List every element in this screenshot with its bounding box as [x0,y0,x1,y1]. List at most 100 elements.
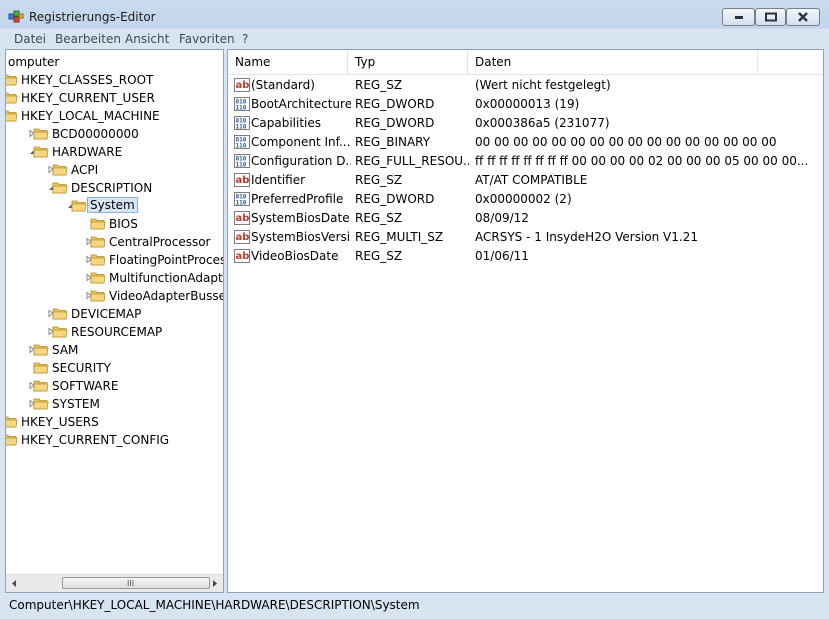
tree-node[interactable]: BIOS [6,215,223,233]
value-row[interactable]: ab SystemBiosDate REG_SZ 08/09/12 [228,209,823,228]
tree-node-label: DESCRIPTION [71,181,153,195]
string-value-icon: ab [234,230,250,244]
maximize-button[interactable] [755,8,786,26]
tree-node-label: CentralProcessor [109,235,211,249]
close-button[interactable] [786,8,820,26]
tree-node[interactable]: SYSTEM [6,395,223,413]
tree-node[interactable]: BCD00000000 [6,125,223,143]
folder-icon [6,434,18,446]
tree-node-label: BIOS [109,217,138,231]
value-name: BootArchitecture [251,97,351,111]
tree-node[interactable]: HKEY_CURRENT_CONFIG [6,431,223,449]
column-header-type[interactable]: Typ [348,50,468,74]
value-row[interactable]: ab Identifier REG_SZ AT/AT COMPATIBLE [228,171,823,190]
value-name: SystemBiosDate [251,211,350,225]
tree-node[interactable]: DEVICEMAP [6,305,223,323]
values-list-pane[interactable]: Name Typ Daten ab (Standard) REG_SZ (Wert n… [227,49,824,593]
minimize-button[interactable] [722,8,755,26]
value-row[interactable]: ab (Standard) REG_SZ (Wert nicht festgelegt… [228,76,823,95]
value-name: Component Inf... [251,135,351,149]
folder-icon [6,416,18,428]
tree-node-label: HARDWARE [52,145,123,159]
value-row[interactable]: ab SystemBiosVersi... REG_MULTI_SZ ACRSYS -… [228,228,823,247]
tree-node-label: HKEY_CURRENT_USER [21,91,155,105]
tree-node[interactable]: FloatingPointProcessor [6,251,223,269]
tree-node-label: MultifunctionAdapter [109,271,224,285]
scroll-right-button[interactable] [206,575,223,592]
binary-value-icon: 010110 [234,116,250,131]
tree-node[interactable]: MultifunctionAdapter [6,269,223,287]
column-header-data[interactable]: Daten [468,50,758,74]
value-data: 00 00 00 00 00 00 00 00 00 00 00 00 00 0… [475,135,777,149]
tree-node[interactable]: omputer [6,53,223,71]
value-type: REG_BINARY [355,135,431,149]
svg-text:110: 110 [236,200,247,207]
binary-value-icon: 010110 [234,192,250,207]
value-data: 0x00000013 (19) [475,97,580,111]
tree-node-label: ACPI [71,163,99,177]
tree-node[interactable]: HKEY_LOCAL_MACHINE [6,107,223,125]
value-row[interactable]: 010 110 Component Inf... REG_BINARY 00 00 00… [228,133,823,152]
string-value-icon: ab [234,211,250,225]
tree-node[interactable]: HARDWARE [6,143,223,161]
tree-node[interactable]: RESOURCEMAP [6,323,223,341]
value-row[interactable]: 010 110 Configuration D... REG_FULL_RESOU..… [228,152,823,171]
value-row[interactable]: ab VideoBiosDate REG_SZ 01/06/11 [228,247,823,266]
folder-icon [6,110,18,122]
value-type: REG_DWORD [355,97,435,111]
binary-value-icon: 010110 [234,97,250,112]
menu-bearbeiten[interactable]: Bearbeiten [55,32,121,46]
scroll-right-icon [213,580,217,587]
tree-node[interactable]: HKEY_USERS [6,413,223,431]
key-tree-pane[interactable]: omputer HKEY_CLASSES_ROOT HKEY_CURRENT_USE… [5,49,224,593]
scroll-left-button[interactable] [6,575,23,592]
folder-icon [33,380,49,392]
value-type: REG_SZ [355,249,403,263]
tree-node[interactable]: SOFTWARE [6,377,223,395]
svg-text:110: 110 [236,105,247,112]
window-title: Registrierungs-Editor [29,10,156,24]
tree-node-label: RESOURCEMAP [71,325,163,339]
tree-node[interactable]: ACPI [6,161,223,179]
tree-node-label: SAM [52,343,79,357]
scroll-grip: III [127,579,135,588]
tree-node-label: VideoAdapterBusses [109,289,224,303]
folder-icon [6,74,18,86]
tree-node-label: DEVICEMAP [71,307,142,321]
value-row[interactable]: 010 110 PreferredProfile REG_DWORD 0x0000000… [228,190,823,209]
string-value-icon: ab [234,249,250,263]
menu-help[interactable]: ? [242,32,248,46]
folder-icon [90,218,106,230]
value-data: AT/AT COMPATIBLE [475,173,588,187]
menu-favoriten[interactable]: Favoriten [179,32,235,46]
tree-node[interactable]: SAM [6,341,223,359]
folder-icon [52,326,68,338]
tree-node[interactable]: HKEY_CLASSES_ROOT [6,71,223,89]
menu-ansicht[interactable]: Ansicht [125,32,169,46]
close-icon [798,12,808,22]
status-path: Computer\HKEY_LOCAL_MACHINE\HARDWARE\DES… [9,598,420,612]
title-bar[interactable]: Registrierungs-Editor [0,0,829,31]
tree-node[interactable]: HKEY_CURRENT_USER [6,89,223,107]
tree-node[interactable]: DESCRIPTION [6,179,223,197]
value-name: Identifier [251,173,306,187]
value-row[interactable]: 010 110 Capabilities REG_DWORD 0x000386a5 (2… [228,114,823,133]
tree-node[interactable]: System [6,197,223,215]
value-type: REG_SZ [355,211,403,225]
tree-node[interactable]: VideoAdapterBusses [6,287,223,305]
tree-horizontal-scrollbar[interactable]: III [6,574,223,592]
tree-node-label: omputer [8,55,60,69]
tree-node-label: HKEY_CURRENT_CONFIG [21,433,170,447]
svg-text:110: 110 [236,162,247,169]
value-row[interactable]: 010 110 BootArchitecture REG_DWORD 0x0000001… [228,95,823,114]
menu-datei[interactable]: Datei [14,32,46,46]
folder-icon [52,164,68,176]
value-data: 0x00000002 (2) [475,192,572,206]
tree-node[interactable]: SECURITY [6,359,223,377]
tree-node-label: SYSTEM [52,397,100,411]
column-header-name[interactable]: Name [228,50,348,74]
folder-icon [52,182,68,194]
tree-node[interactable]: CentralProcessor [6,233,223,251]
folder-icon [6,92,18,104]
scroll-thumb[interactable]: III [62,577,210,589]
